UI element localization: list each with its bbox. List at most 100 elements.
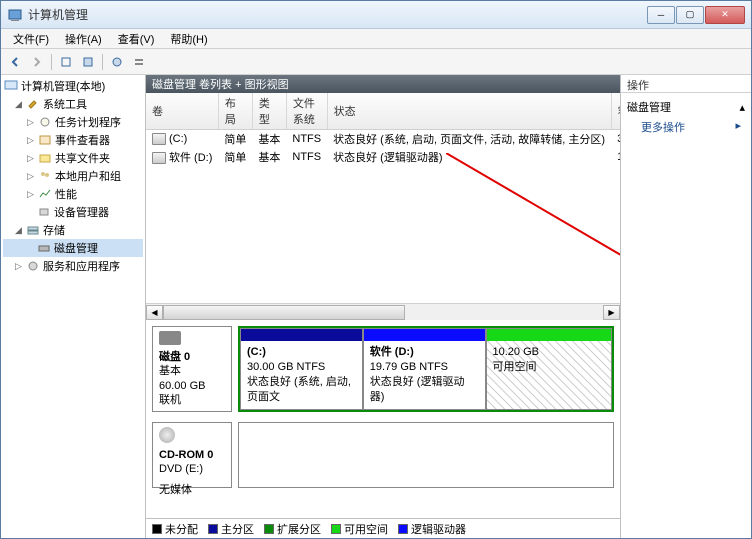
main-panel: 磁盘管理 卷列表 + 图形视图 卷 布局 类型 文件系统 状态 容量 — [146, 75, 621, 538]
volume-list[interactable]: 卷 布局 类型 文件系统 状态 容量 (C:) 简单 — [146, 93, 620, 303]
legend-free: 可用空间 — [331, 521, 388, 537]
legend-unallocated: 未分配 — [152, 521, 198, 537]
cdrom-info[interactable]: CD-ROM 0 DVD (E:) 无媒体 — [152, 422, 232, 488]
properties-button[interactable] — [78, 52, 98, 72]
tree-storage[interactable]: ◢ 存储 — [3, 221, 143, 239]
toolbar — [1, 49, 751, 75]
content-area: 计算机管理(本地) ◢ 系统工具 ▷ 任务计划程序 ▷ 事件查看器 — [1, 75, 751, 538]
disk-row: 磁盘 0 基本 60.00 GB 联机 (C:) 30.00 GB NTFS 状… — [152, 326, 614, 412]
close-button[interactable]: ✕ — [705, 6, 745, 24]
disk-info[interactable]: 磁盘 0 基本 60.00 GB 联机 — [152, 326, 232, 412]
partition-body: 软件 (D:) 19.79 GB NTFS 状态良好 (逻辑驱动器) — [364, 341, 485, 409]
col-type[interactable]: 类型 — [252, 93, 286, 130]
chevron-right-icon: ▸ — [735, 119, 741, 132]
partition-header — [241, 329, 362, 341]
expand-toggle[interactable]: ▷ — [13, 261, 24, 272]
tree-root[interactable]: 计算机管理(本地) — [3, 77, 143, 95]
folder-share-icon — [37, 151, 53, 165]
legend-primary: 主分区 — [208, 521, 254, 537]
tree-event-viewer[interactable]: ▷ 事件查看器 — [3, 131, 143, 149]
col-capacity[interactable]: 容量 — [611, 93, 620, 130]
partition[interactable]: (C:) 30.00 GB NTFS 状态良好 (系统, 启动, 页面文 — [240, 328, 363, 410]
disk-graphical-view: 磁盘 0 基本 60.00 GB 联机 (C:) 30.00 GB NTFS 状… — [146, 320, 620, 518]
app-window: 计算机管理 ─ ▢ ✕ 文件(F) 操作(A) 查看(V) 帮助(H) 计算机管… — [0, 0, 752, 539]
legend-extended: 扩展分区 — [264, 521, 321, 537]
forward-button[interactable] — [27, 52, 47, 72]
actions-more[interactable]: 更多操作 ▸ — [627, 117, 745, 137]
volume-table: 卷 布局 类型 文件系统 状态 容量 (C:) 简单 — [146, 93, 620, 166]
expand-toggle[interactable]: ▷ — [25, 135, 36, 146]
menu-action[interactable]: 操作(A) — [57, 29, 110, 49]
col-filesystem[interactable]: 文件系统 — [286, 93, 327, 130]
tree-disk-management[interactable]: 磁盘管理 — [3, 239, 143, 257]
window-buttons: ─ ▢ ✕ — [647, 6, 745, 24]
tree-device-manager[interactable]: 设备管理器 — [3, 203, 143, 221]
partition-body: (C:) 30.00 GB NTFS 状态良好 (系统, 启动, 页面文 — [241, 341, 362, 409]
drive-icon — [152, 152, 166, 164]
menu-file[interactable]: 文件(F) — [5, 29, 57, 49]
menubar: 文件(F) 操作(A) 查看(V) 帮助(H) — [1, 29, 751, 49]
actions-header: 操作 — [621, 75, 751, 93]
menu-view[interactable]: 查看(V) — [110, 29, 163, 49]
tree-performance[interactable]: ▷ 性能 — [3, 185, 143, 203]
device-icon — [36, 205, 52, 219]
refresh-button[interactable] — [56, 52, 76, 72]
titlebar: 计算机管理 ─ ▢ ✕ — [1, 1, 751, 29]
partition-body: 10.20 GB 可用空间 — [487, 341, 611, 409]
help-button[interactable] — [107, 52, 127, 72]
disk-icon — [36, 241, 52, 255]
view-button[interactable] — [129, 52, 149, 72]
actions-group: 磁盘管理 ▴ 更多操作 ▸ — [621, 93, 751, 141]
col-layout[interactable]: 布局 — [218, 93, 252, 130]
navigation-tree[interactable]: 计算机管理(本地) ◢ 系统工具 ▷ 任务计划程序 ▷ 事件查看器 — [1, 75, 146, 538]
services-icon — [25, 259, 41, 273]
col-volume[interactable]: 卷 — [146, 93, 218, 130]
partition-header — [487, 329, 611, 341]
scroll-thumb[interactable] — [163, 305, 405, 320]
cdrom-icon — [159, 427, 175, 443]
scroll-right-button[interactable]: ▶ — [603, 305, 620, 320]
volume-row[interactable]: (C:) 简单 基本 NTFS 状态良好 (系统, 启动, 页面文件, 活动, … — [146, 130, 620, 149]
cdrom-empty — [238, 422, 614, 488]
separator — [102, 54, 103, 70]
actions-panel: 操作 磁盘管理 ▴ 更多操作 ▸ — [621, 75, 751, 538]
tree-services-apps[interactable]: ▷ 服务和应用程序 — [3, 257, 143, 275]
storage-icon — [25, 223, 41, 237]
clock-icon — [37, 115, 53, 129]
collapse-icon: ▴ — [739, 101, 745, 114]
scroll-left-button[interactable]: ◀ — [146, 305, 163, 320]
partition-header — [364, 329, 485, 341]
partition[interactable]: 软件 (D:) 19.79 GB NTFS 状态良好 (逻辑驱动器) — [363, 328, 486, 410]
disk-partitions: (C:) 30.00 GB NTFS 状态良好 (系统, 启动, 页面文 软件 … — [238, 326, 614, 412]
tree-local-users[interactable]: ▷ 本地用户和组 — [3, 167, 143, 185]
maximize-button[interactable]: ▢ — [676, 6, 704, 24]
partition[interactable]: 10.20 GB 可用空间 — [486, 328, 612, 410]
expand-toggle[interactable]: ◢ — [13, 99, 24, 110]
col-status[interactable]: 状态 — [327, 93, 611, 130]
legend: 未分配 主分区 扩展分区 可用空间 逻辑驱动器 — [146, 518, 620, 538]
tree-shared-folders[interactable]: ▷ 共享文件夹 — [3, 149, 143, 167]
drive-icon — [152, 133, 166, 145]
expand-toggle[interactable]: ◢ — [13, 225, 24, 236]
expand-toggle[interactable]: ▷ — [25, 117, 36, 128]
back-button[interactable] — [5, 52, 25, 72]
annotation-arrow — [446, 153, 620, 303]
horizontal-scrollbar[interactable]: ◀ ▶ — [146, 303, 620, 320]
performance-icon — [37, 187, 53, 201]
expand-toggle[interactable]: ▷ — [25, 153, 36, 164]
separator — [51, 54, 52, 70]
cdrom-row: CD-ROM 0 DVD (E:) 无媒体 — [152, 422, 614, 488]
users-icon — [37, 169, 53, 183]
tree-system-tools[interactable]: ◢ 系统工具 — [3, 95, 143, 113]
disk-hardware-icon — [159, 331, 181, 345]
volume-row[interactable]: 软件 (D:) 简单 基本 NTFS 状态良好 (逻辑驱动器) 19.79 GB… — [146, 148, 620, 166]
app-icon — [7, 7, 23, 23]
minimize-button[interactable]: ─ — [647, 6, 675, 24]
expand-toggle[interactable]: ▷ — [25, 171, 36, 182]
actions-group-title[interactable]: 磁盘管理 ▴ — [627, 97, 745, 117]
menu-help[interactable]: 帮助(H) — [162, 29, 215, 49]
tree-task-scheduler[interactable]: ▷ 任务计划程序 — [3, 113, 143, 131]
scroll-track[interactable] — [163, 305, 603, 320]
expand-toggle[interactable]: ▷ — [25, 189, 36, 200]
wrench-icon — [25, 97, 41, 111]
